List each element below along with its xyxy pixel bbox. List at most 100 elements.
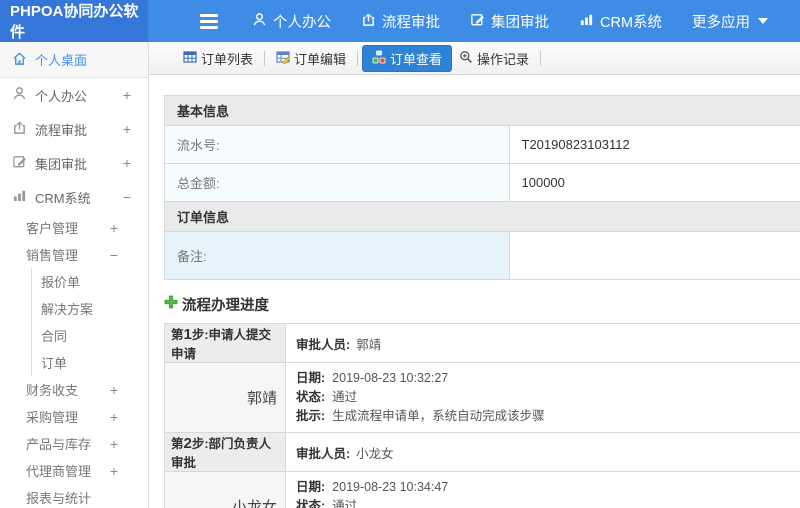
sidebar-label: 报表与统计 [26, 491, 92, 506]
bar-chart-icon [12, 188, 27, 206]
main-area: 订单列表 订单编辑 订单查看 操作记录 基本信息 流水号: T201908231… [149, 42, 800, 508]
sidebar-item-workflow-approval[interactable]: 流程审批 + [0, 112, 148, 146]
remark-label: 备注: [164, 231, 510, 280]
sidebar-item-crm[interactable]: CRM系统 − [0, 180, 148, 214]
edit-square-icon [470, 12, 485, 31]
sidebar-item-sales-mgmt[interactable]: 销售管理 − [0, 241, 148, 268]
sidebar-item-customer-mgmt[interactable]: 客户管理 + [0, 214, 148, 241]
tab-separator [264, 50, 266, 66]
sidebar-item-solution[interactable]: 解决方案 [31, 295, 148, 322]
table-row: 流水号: T20190823103112 [164, 125, 800, 164]
edit-square-icon [12, 154, 27, 172]
step-label: 第2步:部门负责人审批 [164, 432, 286, 472]
sidebar-item-quotation[interactable]: 报价单 [31, 268, 148, 295]
tab-label: 订单列表 [201, 51, 254, 67]
nav-item-workflow-approval[interactable]: 流程审批 [361, 11, 440, 32]
collapse-toggle[interactable]: − [123, 189, 131, 205]
process-step-row: 第1步:申请人提交申请 审批人员: 郭靖 [164, 323, 800, 363]
date-line: 日期: 2019-08-23 10:32:27 [296, 371, 449, 385]
tab-order-edit[interactable]: 订单编辑 [269, 45, 353, 72]
tab-separator [357, 50, 359, 66]
nav-item-more-apps[interactable]: 更多应用 [692, 11, 769, 32]
nav-label: 更多应用 [692, 14, 751, 31]
sidebar-label: 个人桌面 [35, 53, 88, 68]
approver-cell: 审批人员: 郭靖 [285, 323, 800, 363]
approver-label: 审批人员: [296, 337, 351, 352]
sidebar-item-order[interactable]: 订单 [31, 349, 148, 376]
top-menu: 个人办公 流程审批 集团审批 CRM系统 更多应用 [252, 11, 769, 32]
expand-toggle[interactable]: + [110, 409, 118, 425]
expand-toggle[interactable]: + [110, 463, 118, 479]
sidebar-item-personal-office[interactable]: 个人办公 + [0, 78, 148, 112]
content-area: 基本信息 流水号: T20190823103112 总金额: 100000 订单… [149, 75, 800, 508]
expand-toggle[interactable]: + [123, 87, 131, 103]
process-table: 第1步:申请人提交申请 审批人员: 郭靖 郭靖 日期: 2019-08-23 10:… [164, 323, 800, 508]
nav-label: 流程审批 [382, 14, 440, 31]
nav-label: 集团审批 [491, 14, 549, 31]
sidebar-label: 代理商管理 [26, 464, 92, 479]
hamburger-menu-icon[interactable] [200, 13, 218, 29]
expand-toggle[interactable]: + [123, 155, 131, 171]
sidebar-item-desktop[interactable]: 个人桌面 [0, 42, 148, 78]
order-detail-table: 基本信息 流水号: T20190823103112 总金额: 100000 订单… [164, 95, 800, 280]
sidebar: 个人桌面 个人办公 + 流程审批 + 集团审批 + CRM系统 − 客户管理 +… [0, 42, 149, 508]
bar-chart-icon [579, 12, 594, 31]
status-line: 状态: 通过 [296, 390, 358, 404]
tab-order-view[interactable]: 订单查看 [362, 44, 453, 72]
nav-item-crm[interactable]: CRM系统 [579, 11, 662, 32]
sidebar-label: 合同 [41, 329, 68, 344]
sidebar-item-finance[interactable]: 财务收支 + [0, 376, 148, 403]
section-header-row: 订单信息 [164, 201, 800, 232]
sidebar-item-reports[interactable]: 报表与统计 [0, 484, 148, 508]
app-logo: PHPOA协同办公软件 [0, 0, 148, 42]
topbar: PHPOA协同办公软件 个人办公 流程审批 集团审批 CRM系统 更多应用 [0, 0, 800, 42]
nav-item-group-approval[interactable]: 集团审批 [470, 11, 549, 32]
sidebar-label: 流程审批 [35, 122, 88, 138]
remark-line: 批示: 生成流程申请单，系统自动完成该步骤 [296, 409, 545, 423]
approver-name: 小龙女 [356, 446, 394, 461]
tab-order-list[interactable]: 订单列表 [176, 45, 260, 72]
tab-label: 操作记录 [477, 51, 530, 67]
serial-number-label: 流水号: [164, 125, 510, 164]
sidebar-item-contract[interactable]: 合同 [31, 322, 148, 349]
user-icon [12, 86, 27, 104]
magnifier-plus-icon [459, 50, 473, 67]
green-plus-icon [164, 295, 178, 314]
process-title-text: 流程办理进度 [182, 298, 269, 314]
sidebar-label: 报价单 [41, 275, 81, 290]
approver-label: 审批人员: [296, 446, 351, 461]
sidebar-label: CRM系统 [35, 190, 91, 206]
flow-view-icon [372, 50, 386, 67]
total-amount-label: 总金额: [164, 163, 510, 202]
approver-name-cell: 小龙女 [164, 471, 286, 508]
sidebar-item-group-approval[interactable]: 集团审批 + [0, 146, 148, 180]
order-info-header: 订单信息 [164, 201, 800, 232]
collapse-toggle[interactable]: − [110, 247, 118, 263]
date-line: 日期: 2019-08-23 10:34:47 [296, 480, 449, 494]
sidebar-label: 集团审批 [35, 156, 88, 172]
approval-detail-cell: 日期: 2019-08-23 10:32:27 状态: 通过 批示: 生成流程申请单，… [285, 362, 800, 433]
step-label: 第1步:申请人提交申请 [164, 323, 286, 363]
expand-toggle[interactable]: + [110, 382, 118, 398]
section-header-row: 基本信息 [164, 95, 800, 126]
expand-toggle[interactable]: + [110, 220, 118, 236]
table-row: 总金额: 100000 [164, 163, 800, 202]
submit-arrow-icon [361, 12, 376, 31]
serial-number-value: T20190823103112 [508, 125, 800, 164]
total-amount-value: 100000 [508, 163, 800, 202]
sidebar-item-agents[interactable]: 代理商管理 + [0, 457, 148, 484]
table-row: 备注: [164, 231, 800, 280]
expand-toggle[interactable]: + [110, 436, 118, 452]
table-edit-icon [276, 50, 291, 67]
approval-detail-cell: 日期:2019-08-23 10:34:47 状态:通过 批示:通过 [285, 471, 800, 508]
process-section-title: 流程办理进度 [164, 294, 800, 315]
sidebar-item-products[interactable]: 产品与库存 + [0, 430, 148, 457]
status-line: 状态: 通过 [296, 499, 358, 508]
submit-arrow-icon [12, 120, 27, 138]
tab-operation-log[interactable]: 操作记录 [452, 45, 536, 72]
user-icon [252, 12, 267, 31]
caret-down-icon [758, 18, 769, 24]
sidebar-item-purchase[interactable]: 采购管理 + [0, 403, 148, 430]
nav-item-personal-office[interactable]: 个人办公 [252, 11, 331, 32]
expand-toggle[interactable]: + [123, 121, 131, 137]
